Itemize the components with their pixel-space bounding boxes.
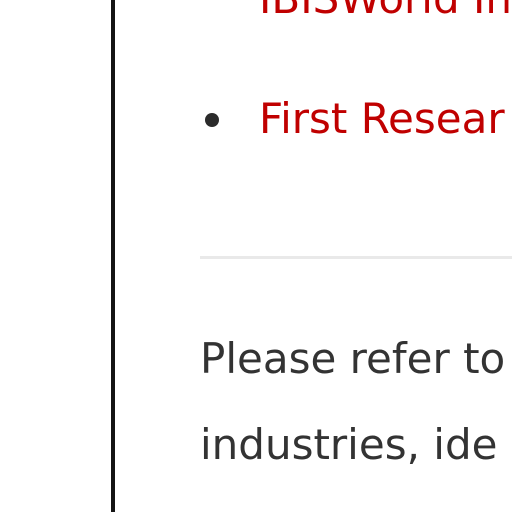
bullet-icon — [205, 113, 219, 127]
first-research-link[interactable]: First Resear — [259, 98, 505, 140]
body-text-line: Please refer to — [200, 334, 506, 383]
ibisworld-link[interactable]: IBISWorld In — [259, 0, 512, 20]
body-text-line: industries, ide — [200, 420, 498, 469]
content-panel: IBISWorld In First Resear Please refer t… — [115, 0, 512, 512]
section-divider — [200, 256, 512, 259]
